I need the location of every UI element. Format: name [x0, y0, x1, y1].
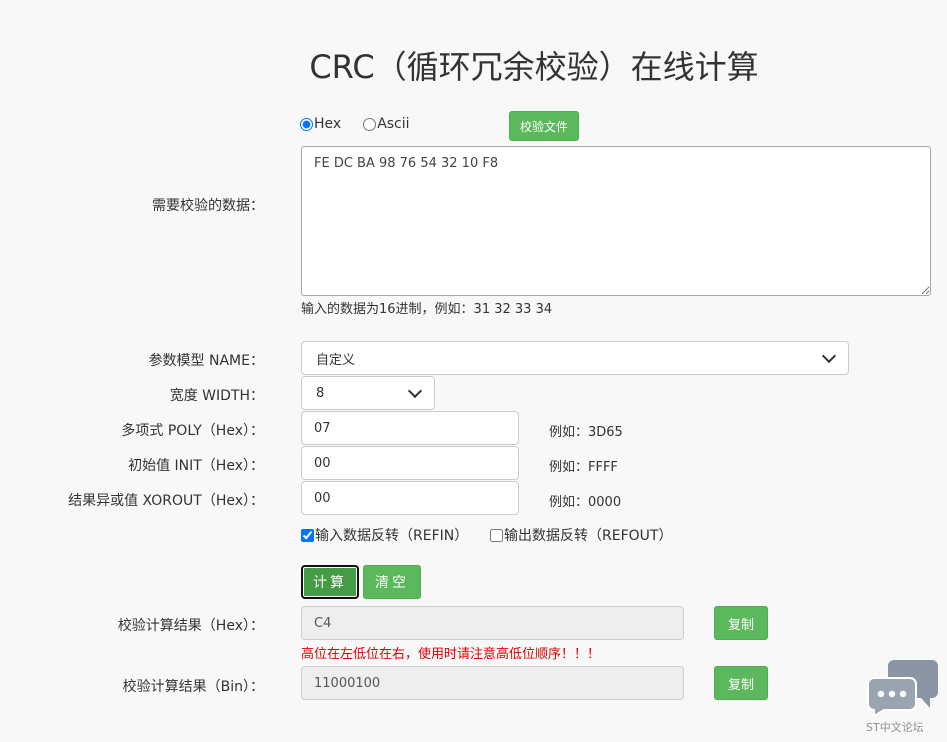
poly-label: 多项式 POLY（Hex）： — [121, 423, 264, 439]
width-select[interactable]: 8 — [301, 376, 435, 410]
refin-checkbox[interactable] — [301, 528, 314, 542]
format-ascii-option[interactable]: Ascii — [363, 116, 410, 132]
data-label: 需要校验的数据： — [152, 198, 264, 214]
format-hex-label: Hex — [314, 116, 342, 132]
copy-hex-button[interactable]: 复制 — [714, 606, 768, 640]
clear-button[interactable]: 清空 — [363, 565, 421, 599]
xorout-label: 结果异或值 XOROUT（Hex）： — [68, 493, 264, 509]
init-input-value: 00 — [314, 455, 331, 471]
chevron-down-icon — [407, 383, 423, 399]
result-hex-value: C4 — [314, 615, 332, 631]
format-ascii-label: Ascii — [377, 116, 410, 132]
init-example: 例如：FFFF — [549, 460, 618, 475]
init-label: 初始值 INIT（Hex）： — [128, 458, 264, 474]
result-hex-label: 校验计算结果（Hex）： — [117, 618, 264, 634]
result-hex-output[interactable]: C4 — [301, 606, 684, 640]
xorout-example: 例如：0000 — [549, 495, 622, 510]
refin-label: 输入数据反转（REFIN） — [315, 528, 469, 544]
poly-input-value: 07 — [314, 420, 331, 436]
verify-file-button[interactable]: 校验文件 — [509, 111, 579, 141]
copy-bin-button[interactable]: 复制 — [714, 666, 768, 700]
format-hex-radio[interactable] — [300, 117, 313, 131]
data-hint: 输入的数据为16进制，例如：31 32 33 34 — [301, 302, 553, 317]
name-label: 参数模型 NAME： — [148, 353, 264, 369]
width-select-value: 8 — [316, 385, 325, 401]
page-title: CRC（循环冗余校验）在线计算 — [309, 48, 759, 86]
xorout-input[interactable]: 00 — [301, 481, 519, 515]
format-radio-group: Hex Ascii — [300, 116, 432, 132]
xorout-input-value: 00 — [314, 490, 331, 506]
refout-checkbox[interactable] — [490, 528, 503, 542]
init-input[interactable]: 00 — [301, 446, 519, 480]
format-ascii-radio[interactable] — [363, 117, 377, 131]
width-label: 宽度 WIDTH： — [169, 388, 264, 404]
result-bin-value: 11000100 — [314, 675, 381, 691]
refin-option[interactable]: 输入数据反转（REFIN） — [301, 525, 468, 545]
chevron-down-icon — [821, 348, 837, 364]
data-textarea[interactable] — [301, 146, 931, 296]
poly-example: 例如：3D65 — [549, 425, 623, 440]
site-label: ST中文论坛 — [866, 721, 924, 734]
refout-label: 输出数据反转（REFOUT） — [504, 528, 673, 544]
refout-option[interactable]: 输出数据反转（REFOUT） — [490, 525, 672, 545]
poly-input[interactable]: 07 — [301, 411, 519, 445]
result-bin-output[interactable]: 11000100 — [301, 666, 684, 700]
chat-bubbles-icon[interactable] — [866, 658, 940, 716]
format-hex-option[interactable]: Hex — [300, 116, 341, 132]
bit-order-warning: 高位在左低位在右，使用时请注意高低位顺序！！！ — [301, 647, 601, 662]
name-select[interactable]: 自定义 — [301, 341, 849, 375]
calculate-button[interactable]: 计算 — [301, 565, 359, 599]
result-bin-label: 校验计算结果（Bin）： — [122, 679, 264, 695]
name-select-value: 自定义 — [316, 352, 356, 368]
